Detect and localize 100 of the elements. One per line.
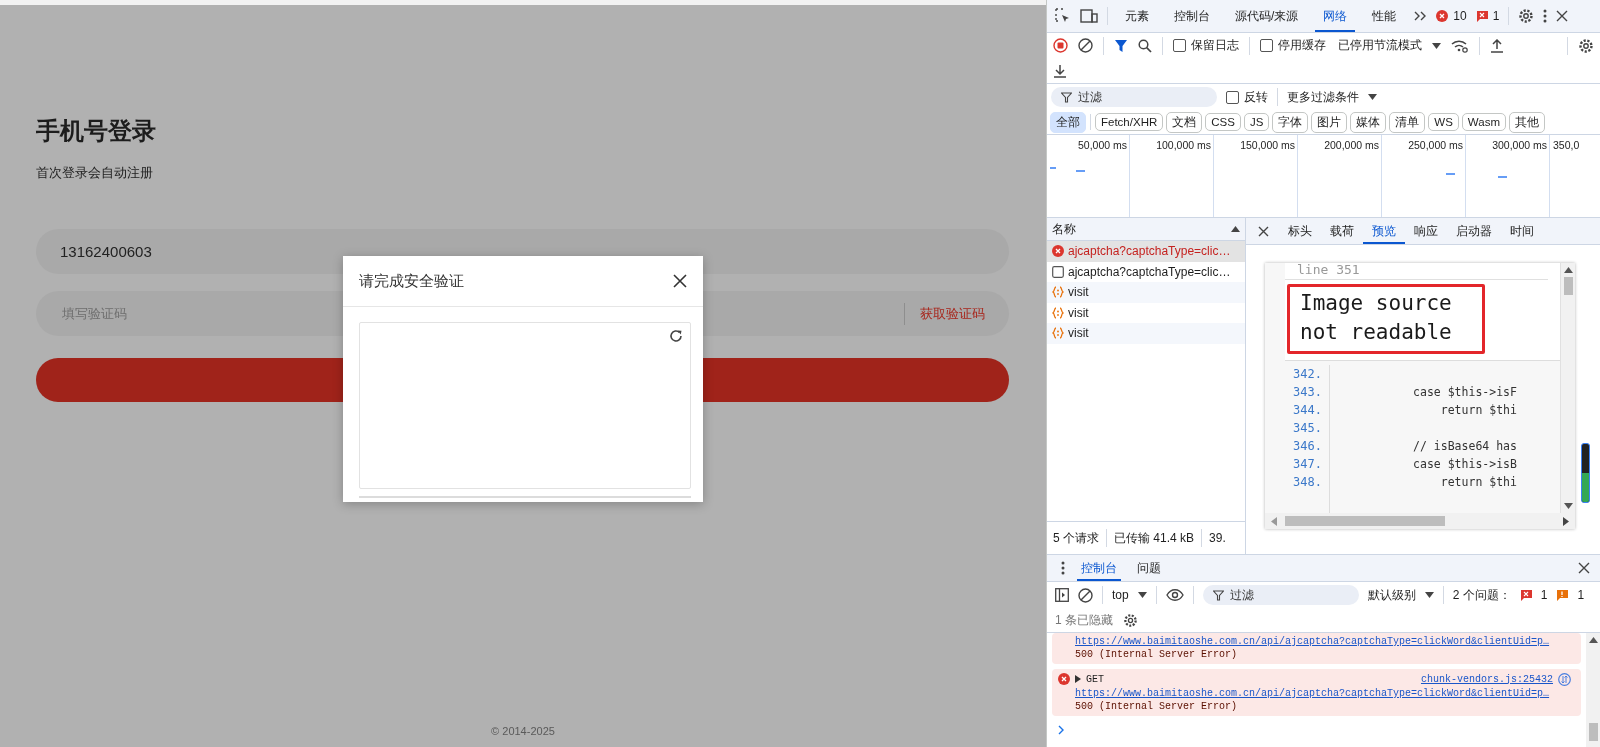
preserve-log-checkbox[interactable]: 保留日志 <box>1173 37 1239 54</box>
panel-tab[interactable]: 元素 <box>1117 0 1157 32</box>
vertical-scrollbar[interactable] <box>1561 263 1575 513</box>
device-icon[interactable] <box>1080 8 1098 24</box>
upload-icon[interactable] <box>1490 38 1504 53</box>
clear-icon[interactable] <box>1078 38 1093 53</box>
settings-icon[interactable] <box>1123 612 1138 628</box>
close-icon[interactable] <box>1578 562 1590 574</box>
more-menu-icon[interactable] <box>1543 9 1548 23</box>
detail-tab[interactable]: 响应 <box>1405 218 1447 244</box>
record-stop-icon[interactable] <box>1053 38 1068 53</box>
type-filter-chip[interactable]: Fetch/XHR <box>1095 113 1164 131</box>
issues-label[interactable]: 2 个问题： <box>1452 586 1511 604</box>
download-icon[interactable] <box>1053 63 1067 78</box>
close-icon[interactable] <box>673 274 687 288</box>
panel-tab[interactable]: 网络 <box>1315 0 1356 32</box>
type-filter-chip[interactable]: 图片 <box>1311 111 1348 133</box>
network-conditions-icon[interactable] <box>1451 38 1469 53</box>
request-row[interactable]: visit <box>1047 323 1245 344</box>
type-filter-chip[interactable]: 全部 <box>1050 111 1086 133</box>
prompt-caret-icon[interactable] <box>1058 725 1064 735</box>
line-number: 343. <box>1293 384 1323 401</box>
log-level-dropdown[interactable]: 默认级别 <box>1367 586 1416 604</box>
detail-tab[interactable]: 时间 <box>1501 218 1543 244</box>
issue-error-count[interactable]: 1 <box>1540 588 1548 602</box>
more-tabs-icon[interactable] <box>1413 10 1428 22</box>
drawer-tab[interactable]: 问题 <box>1133 555 1165 581</box>
eye-icon[interactable] <box>1165 589 1184 601</box>
expand-caret-icon[interactable] <box>1075 675 1081 683</box>
type-filter-chip[interactable]: 字体 <box>1272 111 1309 133</box>
console-filter-field[interactable]: 过滤 <box>1202 585 1359 605</box>
error-icon <box>1436 10 1449 22</box>
error-status: 500 (Internal Server Error) <box>1075 648 1239 661</box>
dropdown-caret-icon[interactable] <box>1137 592 1147 598</box>
close-icon[interactable] <box>1556 10 1569 22</box>
type-filter-chip[interactable]: CSS <box>1205 113 1241 131</box>
request-row[interactable]: visit <box>1047 302 1245 323</box>
clear-icon[interactable] <box>1078 587 1093 603</box>
scroll-up-arrow-icon[interactable] <box>1563 267 1573 273</box>
sync-icon[interactable] <box>1558 672 1571 686</box>
scroll-thumb[interactable] <box>1563 277 1573 295</box>
dropdown-caret-icon[interactable] <box>1368 94 1377 100</box>
throttling-dropdown[interactable]: 已停用节流模式 <box>1338 37 1422 54</box>
request-row[interactable]: ajcaptcha?captchaType=clic… <box>1047 261 1245 282</box>
type-filter-chip[interactable]: WS <box>1428 113 1459 131</box>
type-filter-chip[interactable]: 媒体 <box>1350 111 1387 133</box>
braces-icon <box>1052 327 1064 340</box>
request-url-link[interactable]: https://www.baimitaoshe.com.cn/api/ajcaptcha?captchaType=clickWord&clientUid=p… <box>1075 687 1571 700</box>
timeline-tick-label: 300,000 ms <box>1492 139 1547 151</box>
dialog-title: 请完成安全验证 <box>359 271 464 291</box>
search-icon[interactable] <box>1138 38 1152 53</box>
detail-tab[interactable]: 预览 <box>1363 218 1405 244</box>
close-icon[interactable] <box>1258 225 1269 237</box>
refresh-icon[interactable] <box>668 328 684 344</box>
filter-field[interactable]: 过滤 <box>1051 87 1217 107</box>
error-count[interactable]: 10 <box>1453 9 1467 23</box>
type-filter-chip[interactable]: 清单 <box>1389 111 1426 133</box>
invert-checkbox[interactable]: 反转 <box>1226 88 1268 106</box>
source-link[interactable]: chunk-vendors.js:25432 <box>1420 672 1553 686</box>
settings-icon[interactable] <box>1518 8 1535 24</box>
detail-tab[interactable]: 载荷 <box>1321 218 1363 244</box>
panel-tab[interactable]: 源代码/来源 <box>1227 0 1307 32</box>
issue-warning-count[interactable]: 1 <box>1577 588 1585 602</box>
scroll-thumb[interactable] <box>1285 516 1445 526</box>
more-filters-dropdown[interactable]: 更多过滤条件 <box>1287 88 1359 106</box>
context-dropdown[interactable]: top <box>1112 588 1129 602</box>
filter-icon[interactable] <box>1114 38 1128 53</box>
dropdown-caret-icon[interactable] <box>1424 592 1434 598</box>
code-line: return $thi <box>1439 475 1517 489</box>
dropdown-caret-icon[interactable] <box>1432 42 1441 49</box>
type-filter-chip[interactable]: Wasm <box>1461 113 1506 131</box>
sidebar-icon[interactable] <box>1055 588 1069 602</box>
line-number: 342. <box>1293 366 1323 383</box>
name-column-header[interactable]: 名称 <box>1052 220 1076 238</box>
drawer-tab[interactable]: 控制台 <box>1077 555 1121 581</box>
disable-cache-checkbox[interactable]: 停用缓存 <box>1260 37 1326 54</box>
scroll-up-arrow-icon[interactable] <box>1588 637 1598 643</box>
more-menu-icon[interactable] <box>1061 561 1065 575</box>
request-row[interactable]: visit <box>1047 282 1245 303</box>
type-filter-chip[interactable]: 文档 <box>1166 111 1203 133</box>
timeline-tick-label: 350,0 <box>1553 139 1580 151</box>
type-filter-chip[interactable]: JS <box>1243 113 1270 131</box>
scroll-right-arrow-icon[interactable] <box>1563 516 1569 526</box>
panel-tab[interactable]: 控制台 <box>1166 0 1218 32</box>
detail-tab[interactable]: 启动器 <box>1447 218 1501 244</box>
scroll-down-arrow-icon[interactable] <box>1563 503 1573 509</box>
type-filter-chip[interactable]: 其他 <box>1509 111 1545 133</box>
scroll-thumb[interactable] <box>1588 723 1598 741</box>
sort-ascending-icon[interactable] <box>1231 226 1240 232</box>
detail-tab[interactable]: 标头 <box>1279 218 1321 244</box>
vertical-scrollbar[interactable] <box>1586 633 1600 747</box>
request-row[interactable]: ajcaptcha?captchaType=clic… <box>1047 241 1245 262</box>
settings-icon[interactable] <box>1578 37 1594 54</box>
panel-tab[interactable]: 性能 <box>1364 0 1405 32</box>
request-url-link[interactable]: https://www.baimitaoshe.com.cn/api/ajcaptcha?captchaType=clickWord&clientUid=p… <box>1075 635 1571 648</box>
request-method: GET <box>1086 672 1104 686</box>
error-icon <box>1058 673 1070 685</box>
issue-count[interactable]: 1 <box>1492 9 1500 23</box>
inspect-icon[interactable] <box>1055 8 1071 24</box>
horizontal-scrollbar[interactable] <box>1265 513 1575 529</box>
